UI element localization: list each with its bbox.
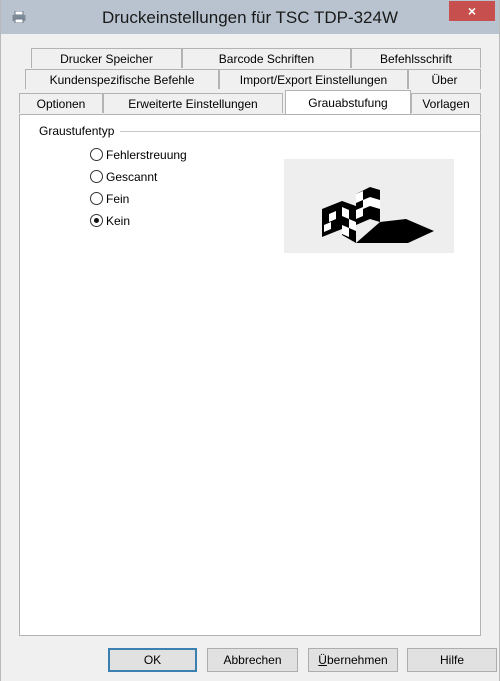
tab-drucker-speicher[interactable]: Drucker Speicher [31,48,182,68]
tab-optionen[interactable]: Optionen [19,93,103,113]
radio-label: Kein [106,214,131,228]
radio-button[interactable] [90,192,103,205]
help-button[interactable]: Hilfe [407,648,497,672]
radio-label: Fehlerstreuung [106,148,187,162]
cancel-button-label: Abbrechen [223,653,282,667]
tab-befehlsschrift[interactable]: Befehlsschrift [351,48,481,68]
help-button-label: Hilfe [439,653,464,667]
checkered-cube-graphic [322,187,434,243]
apply-button-label: bernehmen [326,653,388,667]
tab-label: Erweiterte Einstellungen [128,97,258,111]
apply-button[interactable]: Übernehmen [308,648,398,672]
radio-button[interactable] [90,170,103,183]
tab-ueber[interactable]: Über [408,69,481,89]
grayscale-preview-image [284,159,454,253]
tab-label: Grauabstufung [308,96,388,110]
tab-label: Vorlagen [422,97,470,111]
tab-barcode-schriften[interactable]: Barcode Schriften [182,48,351,68]
tab-label: Optionen [36,97,86,111]
close-icon: × [467,3,477,19]
radio-label: Gescannt [106,170,158,184]
tab-erweiterte-einstellungen[interactable]: Erweiterte Einstellungen [103,93,283,113]
cancel-button[interactable]: Abbrechen [207,648,298,672]
radio-button-selected[interactable] [90,214,103,227]
tab-label: Barcode Schriften [218,52,315,66]
ok-button-label: OK [143,653,162,667]
title-bar: Druckeinstellungen für TSC TDP-324W × [1,0,499,34]
tab-grauabstufung[interactable]: Grauabstufung [285,90,411,114]
radio-button[interactable] [90,148,103,161]
tab-vorlagen[interactable]: Vorlagen [411,93,481,113]
apply-button-mnemonic: Ü [318,653,327,667]
ok-button[interactable]: OK [108,648,197,672]
tab-label: Drucker Speicher [60,52,153,66]
close-button[interactable]: × [449,1,495,21]
radio-label: Fein [106,192,130,206]
tab-label: Kundenspezifische Befehle [49,73,195,87]
tab-import-export[interactable]: Import/Export Einstellungen [219,69,408,89]
tab-label: Import/Export Einstellungen [239,73,388,87]
tab-kundenspezifische-befehle[interactable]: Kundenspezifische Befehle [25,69,219,89]
tab-label: Über [431,73,458,87]
window-title: Druckeinstellungen für TSC TDP-324W [101,8,399,27]
tab-label: Befehlsschrift [379,52,453,66]
print-settings-dialog: Druckeinstellungen für TSC TDP-324W × Dr… [0,0,500,681]
graustufentyp-group-label: Graustufentyp [39,124,121,138]
